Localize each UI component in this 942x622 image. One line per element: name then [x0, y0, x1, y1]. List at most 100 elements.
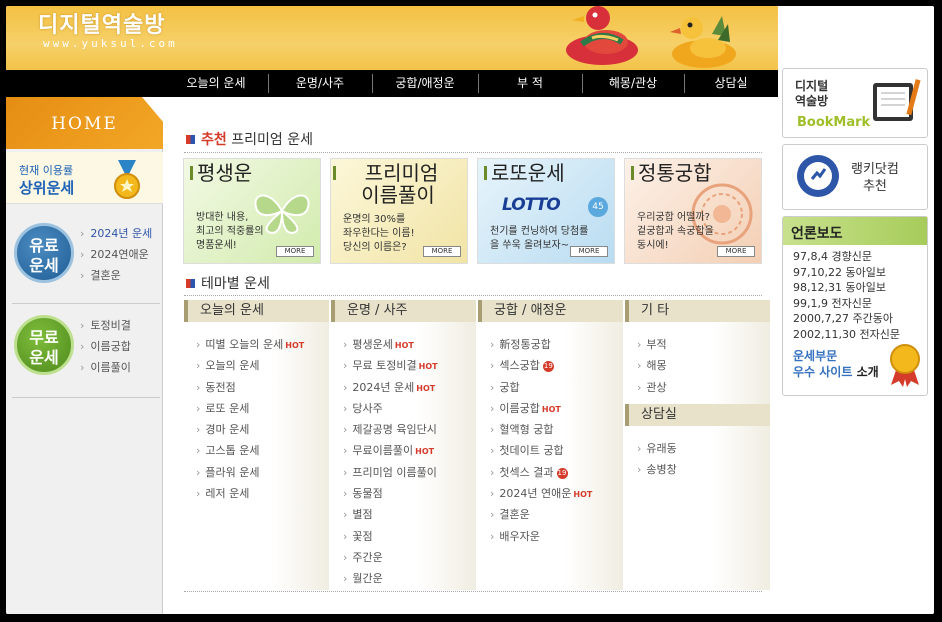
nav-dream-physiognomy[interactable]: 해몽/관상 — [582, 70, 684, 97]
theme-column-header[interactable]: 오늘의 운세 — [184, 300, 329, 322]
yellow-duck-illustration — [670, 16, 736, 68]
theme-link[interactable]: 동전점 — [196, 377, 304, 398]
press-item[interactable]: 98,12,31 동아일보 — [793, 280, 900, 296]
press-item[interactable]: 97,10,22 동아일보 — [793, 265, 900, 281]
home-button[interactable]: HOME — [6, 97, 164, 149]
theme-link[interactable]: 부적 — [637, 334, 666, 355]
main-nav: 오늘의 운세 운명/사주 궁합/애정운 부 적 해몽/관상 상담실 — [6, 70, 778, 97]
theme-link[interactable]: 新정통궁합 — [490, 334, 592, 355]
premium-card-lotto[interactable]: 로또운세 LOTTO 45 천기를 컨닝하여 당첨률 을 쑤욱 올려보자~ MOR… — [477, 158, 615, 264]
theme-column-header[interactable]: 운명 / 사주 — [331, 300, 476, 322]
right-sidebar: 디지털 역술방 BookMark 랭키닷컴 추천 언론보도 97,8,4 경향신… — [778, 6, 934, 614]
nav-compatibility[interactable]: 궁합/애정운 — [372, 70, 478, 97]
press-title: 언론보도 — [791, 226, 843, 242]
press-item[interactable]: 2000,7,27 주간동아 — [793, 311, 900, 327]
top-fortune-line1: 현재 이용률 — [19, 164, 74, 177]
sidebar-link-marriage[interactable]: 결혼운 — [80, 265, 152, 286]
theme-link[interactable]: 배우자운 — [490, 526, 592, 547]
top-fortune-banner[interactable]: 현재 이용률 상위운세 — [6, 152, 163, 204]
paid-fortune-badge[interactable]: 유료 운세 — [14, 223, 74, 283]
hot-badge: HOT — [416, 383, 436, 393]
theme-column-header[interactable]: 상담실 — [625, 404, 770, 426]
hot-badge: HOT — [394, 341, 414, 350]
hot-badge: HOT — [285, 341, 305, 350]
wooden-duck-illustration — [566, 6, 638, 65]
theme-link[interactable]: 결혼운 — [490, 504, 592, 525]
theme-link[interactable]: 첫섹스 결과19 — [490, 462, 592, 483]
theme-link[interactable]: 꽃점 — [343, 526, 438, 547]
theme-link[interactable]: 별점 — [343, 504, 438, 525]
ranking-box[interactable]: 랭키닷컴 추천 — [782, 144, 928, 210]
theme-link[interactable]: 2024년 운세HOT — [343, 377, 438, 398]
card-title: 프리미엄 이름풀이 — [361, 161, 439, 207]
nav-talisman[interactable]: 부 적 — [478, 70, 582, 97]
notebook-icon — [873, 79, 921, 121]
theme-link[interactable]: 유래동 — [637, 438, 676, 459]
theme-link[interactable]: 무료 토정비결HOT — [343, 355, 437, 376]
award-ribbon-icon — [890, 344, 920, 387]
theme-link[interactable]: 띠별 오늘의 운세HOT — [196, 334, 304, 355]
theme-link[interactable]: 무료이름풀이HOT — [343, 440, 438, 461]
theme-link[interactable]: 고스톱 운세 — [196, 440, 304, 461]
theme-link[interactable]: 첫데이트 궁합 — [490, 440, 592, 461]
theme-link[interactable]: 이름궁합HOT — [490, 398, 592, 419]
sidebar-link-name-reading[interactable]: 이름풀이 — [80, 357, 130, 378]
bookmark-box[interactable]: 디지털 역술방 BookMark — [782, 68, 928, 138]
theme-column: 오늘의 운세띠별 오늘의 운세HOT오늘의 운세동전점로또 운세경마 운세고스톱… — [184, 300, 329, 590]
card-title: 정통궁합 — [638, 161, 712, 185]
theme-link[interactable]: 관상 — [637, 377, 666, 398]
nav-today-fortune[interactable]: 오늘의 운세 — [164, 70, 268, 97]
free-fortune-badge[interactable]: 무료 운세 — [14, 315, 74, 375]
premium-card-lifetime[interactable]: 평생운 방대한 내용, 최고의 적중률의 명품운세! MORE — [183, 158, 321, 264]
theme-link[interactable]: 오늘의 운세 — [196, 355, 304, 376]
theme-column: 궁합 / 애정운 新정통궁합섹스궁합19궁합이름궁합HOT혈액형 궁합첫데이트 궁… — [478, 300, 623, 590]
theme-link[interactable]: 프리미엄 이름풀이 — [343, 462, 438, 483]
adult-19-badge: 19 — [542, 361, 554, 373]
paid-fortune-box: 유료운세 2024년 운세 2024연애운 결혼운 — [6, 215, 163, 305]
theme-link[interactable]: 레저 운세 — [196, 483, 304, 504]
site-url: www.yuksul.com — [43, 37, 178, 50]
press-item[interactable]: 99,1,9 전자신문 — [793, 296, 900, 312]
sidebar-link-2024-love[interactable]: 2024연애운 — [80, 244, 152, 265]
theme-column-header[interactable]: 기 타 — [625, 300, 770, 322]
premium-card-compatibility[interactable]: 정통궁합 우리궁합 어떨까? 겉궁합과 속궁합을 동시에! MORE — [624, 158, 762, 264]
sidebar-link-tojeong[interactable]: 토정비결 — [80, 315, 130, 336]
theme-link[interactable]: 섹스궁합19 — [490, 355, 592, 376]
award-line2: 우수 사이트 소개 — [793, 365, 879, 379]
press-item[interactable]: 2002,11,30 전자신문 — [793, 327, 900, 343]
card-title: 로또운세 — [491, 161, 565, 185]
theme-column-header[interactable]: 궁합 / 애정운 — [478, 300, 623, 322]
theme-link[interactable]: 제갈공명 육임단시 — [343, 419, 438, 440]
ranking-badge-icon — [797, 155, 839, 197]
hot-badge: HOT — [541, 404, 561, 414]
theme-link[interactable]: 당사주 — [343, 398, 438, 419]
nav-destiny-saju[interactable]: 운명/사주 — [268, 70, 372, 97]
press-list: 97,8,4 경향신문 97,10,22 동아일보 98,12,31 동아일보 99,… — [793, 249, 900, 342]
more-button[interactable]: MORE — [717, 246, 755, 257]
press-item[interactable]: 97,8,4 경향신문 — [793, 249, 900, 265]
theme-link[interactable]: 해몽 — [637, 355, 666, 376]
theme-link[interactable]: 동물점 — [343, 483, 438, 504]
theme-link[interactable]: 경마 운세 — [196, 419, 304, 440]
theme-link[interactable]: 로또 운세 — [196, 398, 304, 419]
theme-link[interactable]: 주간운 — [343, 547, 438, 568]
theme-link[interactable]: 플라워 운세 — [196, 462, 304, 483]
sidebar-link-name-match[interactable]: 이름궁합 — [80, 336, 130, 357]
sidebar-link-2024-fortune[interactable]: 2024년 운세 — [80, 223, 152, 244]
site-logo[interactable]: 디지털역술방 — [38, 7, 165, 39]
theme-link[interactable]: 궁합 — [490, 377, 592, 398]
more-button[interactable]: MORE — [570, 246, 608, 257]
theme-link[interactable]: 송병창 — [637, 459, 676, 480]
lotto-ball: 45 — [588, 197, 608, 217]
card-title: 평생운 — [197, 161, 253, 185]
premium-card-name-reading[interactable]: 프리미엄 이름풀이 운명의 30%를 좌우한다는 이름! 당신의 이름은? MORE — [330, 158, 468, 264]
theme-link[interactable]: 월간운 — [343, 568, 438, 589]
header-banner: 디지털역술방 www.yuksul.com — [6, 6, 778, 70]
hot-badge: HOT — [573, 490, 593, 500]
more-button[interactable]: MORE — [423, 246, 461, 257]
nav-consultation[interactable]: 상담실 — [684, 70, 778, 97]
theme-link[interactable]: 평생운세HOT — [343, 334, 438, 355]
theme-link[interactable]: 2024년 연애운HOT — [490, 483, 592, 504]
theme-link[interactable]: 혈액형 궁합 — [490, 419, 592, 440]
more-button[interactable]: MORE — [276, 246, 314, 257]
